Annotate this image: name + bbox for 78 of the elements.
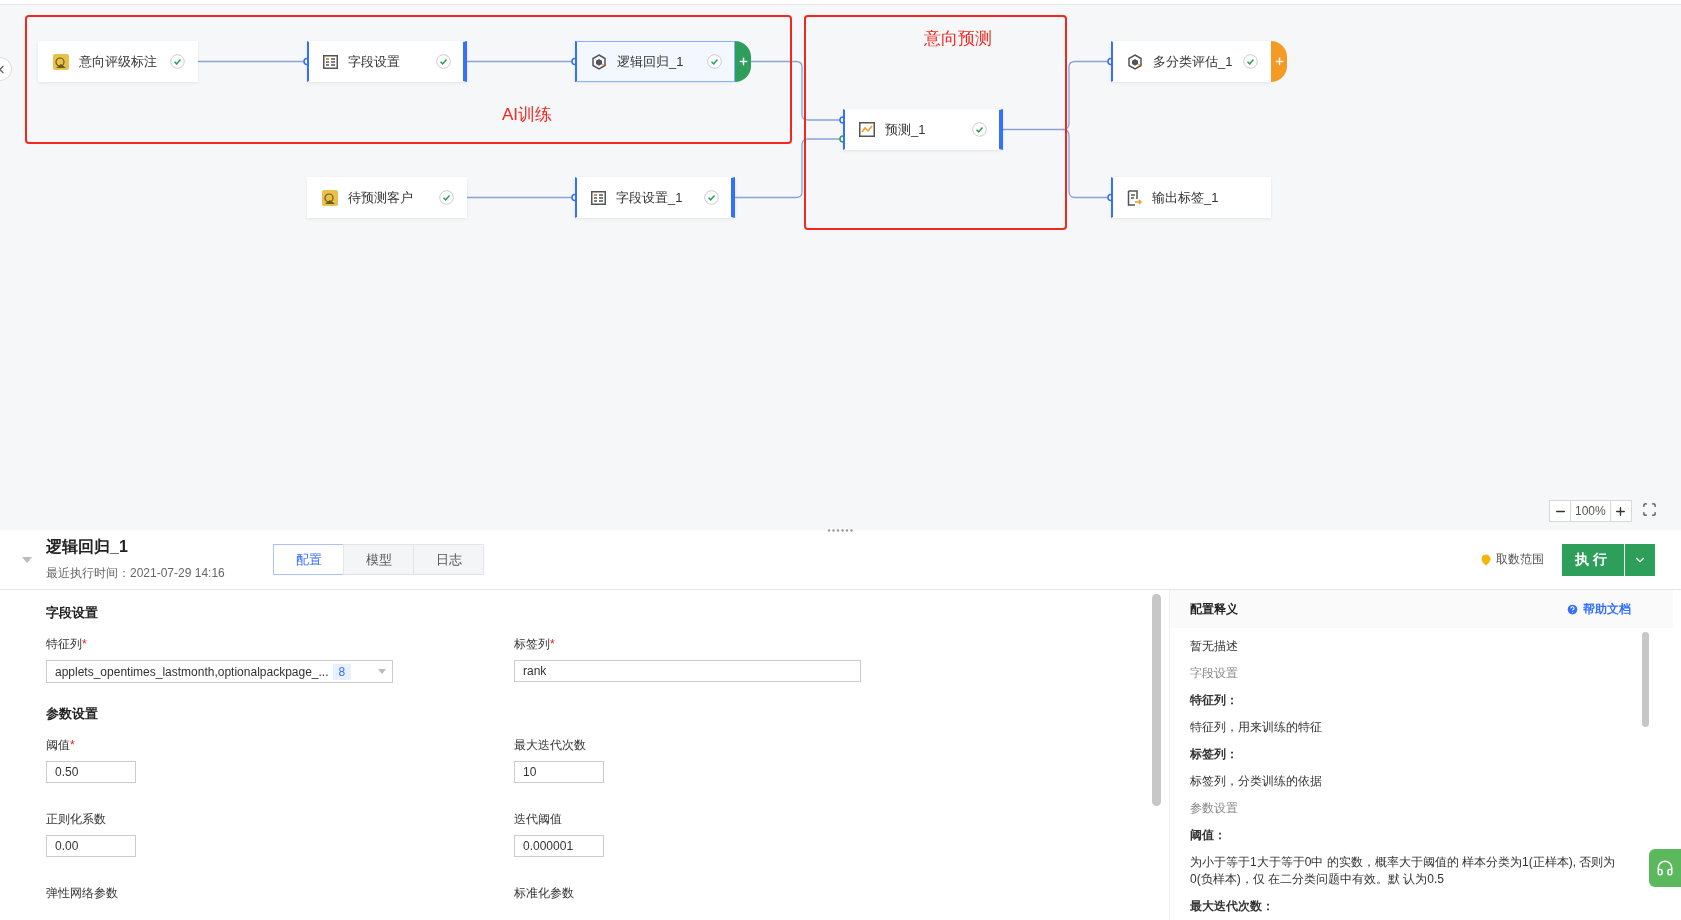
input-field[interactable]: rank — [514, 660, 861, 682]
help-term: 阈值： — [1190, 827, 1227, 844]
help-icon — [1566, 602, 1579, 616]
field-label: 标签列* — [514, 636, 556, 653]
hexagon-icon — [591, 53, 607, 70]
field-label: 阈值* — [46, 737, 76, 754]
input-field[interactable]: 10 — [514, 761, 604, 783]
node-label: 字段设置 — [348, 52, 401, 71]
field-label: 正则化系数 — [46, 811, 107, 828]
field-label: 特征列* — [46, 636, 88, 653]
help-title: 配置释义 — [1190, 600, 1238, 618]
table-icon — [323, 54, 338, 69]
last-run-time: 最近执行时间：2021-07-29 14:16 — [46, 565, 226, 582]
image-icon — [322, 189, 338, 206]
document-icon — [1127, 189, 1142, 206]
flow-node[interactable]: 意向评级标注 — [38, 41, 198, 82]
add-handle[interactable] — [735, 41, 751, 82]
flow-node[interactable]: 字段设置 — [307, 41, 467, 82]
node-label: 输出标签_1 — [1152, 188, 1220, 207]
input-field[interactable]: 0.50 — [46, 761, 136, 783]
fullscreen-icon — [1642, 502, 1657, 517]
plus-icon — [737, 56, 749, 67]
help-text: 暂无描述 — [1190, 638, 1239, 655]
chart-icon — [859, 122, 875, 137]
group-label: 意向预测 — [924, 28, 992, 50]
drag-handle-icon[interactable] — [827, 528, 855, 533]
flow-node[interactable]: 字段设置_1 — [575, 177, 735, 218]
select-field[interactable]: applets_opentimes_lastmonth,optionalpackpage_... 8 — [46, 660, 393, 683]
help-term: 特征列： — [1190, 692, 1239, 709]
caret-icon — [378, 669, 386, 674]
data-range-link[interactable]: 取数范围 — [1474, 550, 1550, 569]
help-section: 字段设置 — [1190, 665, 1625, 682]
scrollbar[interactable] — [1642, 632, 1649, 727]
node-label: 意向评级标注 — [79, 52, 158, 71]
tab[interactable]: 日志 — [413, 544, 484, 575]
tab[interactable]: 模型 — [343, 544, 414, 575]
field-label: 最大迭代次数 — [514, 737, 587, 754]
help-text: 为小于等于1大于等于0中 的实数，概率大于阈值的 样本分类为1(正样本), 否则为 0(负样本)，仅 在二分类问题中有效。默 认为0.5 — [1190, 854, 1617, 888]
flow-node[interactable]: 多分类评估_1 — [1111, 41, 1271, 82]
section-title: 参数设置 — [46, 705, 99, 723]
node-label: 待预测客户 — [348, 188, 414, 207]
input-field[interactable]: 0.00 — [46, 835, 136, 857]
node-label: 预测_1 — [885, 120, 927, 139]
node-label: 字段设置_1 — [616, 188, 684, 207]
help-text: 特征列，用来训练的特征 — [1190, 719, 1323, 736]
help-link[interactable]: 帮助文档 — [1566, 600, 1631, 618]
headset-icon — [1656, 859, 1674, 877]
plus-icon — [1273, 56, 1285, 67]
node-label: 多分类评估_1 — [1153, 52, 1233, 71]
add-handle[interactable] — [1271, 41, 1287, 82]
help-term: 最大迭代次数： — [1190, 898, 1275, 915]
section-title: 字段设置 — [46, 604, 99, 622]
help-text: 标签列，分类训练的依据 — [1190, 773, 1323, 790]
flow-node[interactable]: 待预测客户 — [307, 177, 467, 218]
field-label: 标准化参数 — [514, 885, 575, 902]
flow-node[interactable]: 输出标签_1 — [1111, 177, 1271, 218]
support-button[interactable] — [1649, 849, 1681, 887]
group-label: AI训练 — [502, 104, 553, 126]
flow-node[interactable]: 逻辑回归_1 — [575, 41, 735, 82]
field-label: 弹性网络参数 — [46, 885, 119, 902]
caret-icon[interactable] — [22, 556, 32, 563]
help-section: 参数设置 — [1190, 800, 1625, 817]
flow-node[interactable]: 预测_1 — [843, 109, 1003, 150]
panel-title: 逻辑回归_1 — [46, 537, 129, 557]
help-term: 标签列： — [1190, 746, 1239, 763]
input-field[interactable]: 0.000001 — [514, 835, 604, 857]
field-label: 迭代阈值 — [514, 811, 563, 828]
location-pin-icon — [1480, 553, 1492, 566]
image-icon — [53, 53, 69, 70]
node-label: 逻辑回归_1 — [617, 52, 685, 71]
fullscreen-button[interactable] — [1642, 502, 1657, 517]
plus-icon — [1614, 504, 1628, 518]
tab[interactable]: 配置 — [273, 544, 344, 575]
zoom-level: 100% — [1570, 501, 1611, 521]
table-icon — [591, 190, 606, 205]
run-menu-button[interactable] — [1624, 543, 1655, 576]
scrollbar[interactable] — [1152, 594, 1161, 806]
hexagon-icon — [1127, 53, 1143, 70]
